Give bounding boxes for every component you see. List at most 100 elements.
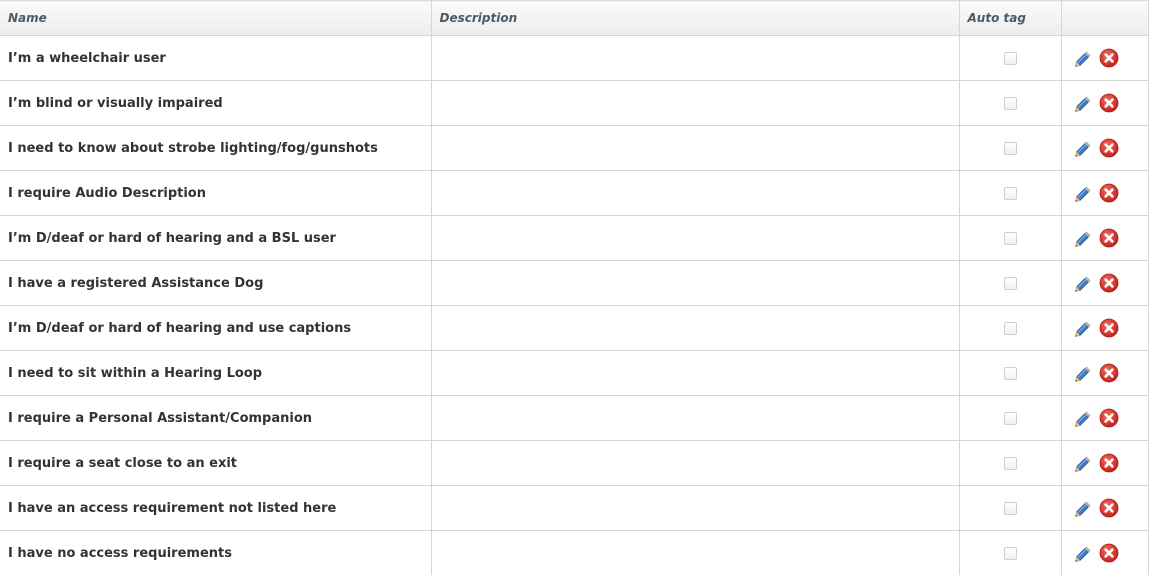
row-name: I’m a wheelchair user [0,35,432,81]
row-actions [1060,80,1149,126]
column-header-name[interactable]: Name [0,0,432,36]
row-description [430,350,960,396]
edit-button[interactable] [1074,363,1094,383]
pencil-icon [1074,501,1090,517]
edit-button[interactable] [1074,318,1094,338]
delete-x-icon [1099,408,1118,428]
row-actions [1060,260,1149,306]
auto-tag-checkbox[interactable] [1003,231,1017,245]
row-auto-tag-cell [958,485,1062,531]
column-header-description[interactable]: Description [430,0,960,36]
delete-x-icon [1099,363,1118,383]
table-row: I’m a wheelchair user [0,35,1149,81]
edit-button[interactable] [1074,543,1094,563]
delete-button[interactable] [1099,318,1119,338]
delete-x-icon [1099,453,1118,473]
auto-tag-checkbox[interactable] [1003,501,1017,515]
row-name: I require a Personal Assistant/Companion [0,395,432,441]
auto-tag-checkbox[interactable] [1003,186,1017,200]
row-actions [1060,170,1149,216]
row-name: I have a registered Assistance Dog [0,260,432,306]
table-row: I have a registered Assistance Dog [0,260,1149,306]
row-auto-tag-cell [958,215,1062,261]
delete-button[interactable] [1099,48,1119,68]
delete-button[interactable] [1099,183,1119,203]
delete-button[interactable] [1099,498,1119,518]
delete-x-icon [1099,48,1118,68]
auto-tag-checkbox[interactable] [1003,141,1017,155]
row-auto-tag-cell [958,305,1062,351]
row-description [430,125,960,171]
row-auto-tag-cell [958,530,1062,575]
auto-tag-checkbox[interactable] [1003,546,1017,560]
row-description [430,530,960,575]
auto-tag-checkbox[interactable] [1003,456,1017,470]
edit-button[interactable] [1074,228,1094,248]
pencil-icon [1074,411,1090,427]
table-row: I need to know about strobe lighting/fog… [0,125,1149,171]
delete-button[interactable] [1099,138,1119,158]
auto-tag-checkbox[interactable] [1003,51,1017,65]
column-header-auto-tag[interactable]: Auto tag [958,0,1062,36]
delete-button[interactable] [1099,363,1119,383]
column-header-actions [1060,0,1149,36]
pencil-icon [1074,186,1090,202]
row-auto-tag-cell [958,170,1062,216]
table-row: I’m D/deaf or hard of hearing and a BSL … [0,215,1149,261]
row-description [430,305,960,351]
delete-x-icon [1099,138,1118,158]
edit-button[interactable] [1074,138,1094,158]
edit-button[interactable] [1074,453,1094,473]
delete-x-icon [1099,273,1118,293]
table-row: I’m blind or visually impaired [0,80,1149,126]
table-row: I have no access requirements [0,530,1149,575]
edit-button[interactable] [1074,273,1094,293]
pencil-icon [1074,546,1090,562]
row-actions [1060,350,1149,396]
auto-tag-checkbox[interactable] [1003,321,1017,335]
edit-button[interactable] [1074,48,1094,68]
row-actions [1060,125,1149,171]
auto-tag-checkbox[interactable] [1003,366,1017,380]
delete-button[interactable] [1099,543,1119,563]
row-description [430,80,960,126]
pencil-icon [1074,321,1090,337]
row-actions [1060,395,1149,441]
row-name: I require a seat close to an exit [0,440,432,486]
delete-button[interactable] [1099,408,1119,428]
delete-button[interactable] [1099,273,1119,293]
delete-x-icon [1099,228,1118,248]
row-name: I have an access requirement not listed … [0,485,432,531]
delete-x-icon [1099,498,1118,518]
row-name: I need to know about strobe lighting/fog… [0,125,432,171]
row-description [430,395,960,441]
auto-tag-checkbox[interactable] [1003,411,1017,425]
delete-button[interactable] [1099,228,1119,248]
delete-x-icon [1099,318,1118,338]
row-auto-tag-cell [958,35,1062,81]
pencil-icon [1074,456,1090,472]
pencil-icon [1074,96,1090,112]
row-auto-tag-cell [958,80,1062,126]
table-header-row: Name Description Auto tag [0,0,1149,36]
pencil-icon [1074,51,1090,67]
row-actions [1060,35,1149,81]
row-actions [1060,530,1149,575]
auto-tag-checkbox[interactable] [1003,96,1017,110]
delete-x-icon [1099,93,1118,113]
edit-button[interactable] [1074,183,1094,203]
row-description [430,215,960,261]
delete-button[interactable] [1099,93,1119,113]
row-description [430,170,960,216]
row-description [430,440,960,486]
edit-button[interactable] [1074,93,1094,113]
edit-button[interactable] [1074,408,1094,428]
row-auto-tag-cell [958,395,1062,441]
row-actions [1060,215,1149,261]
delete-button[interactable] [1099,453,1119,473]
row-name: I have no access requirements [0,530,432,575]
row-name: I’m blind or visually impaired [0,80,432,126]
edit-button[interactable] [1074,498,1094,518]
row-description [430,35,960,81]
auto-tag-checkbox[interactable] [1003,276,1017,290]
